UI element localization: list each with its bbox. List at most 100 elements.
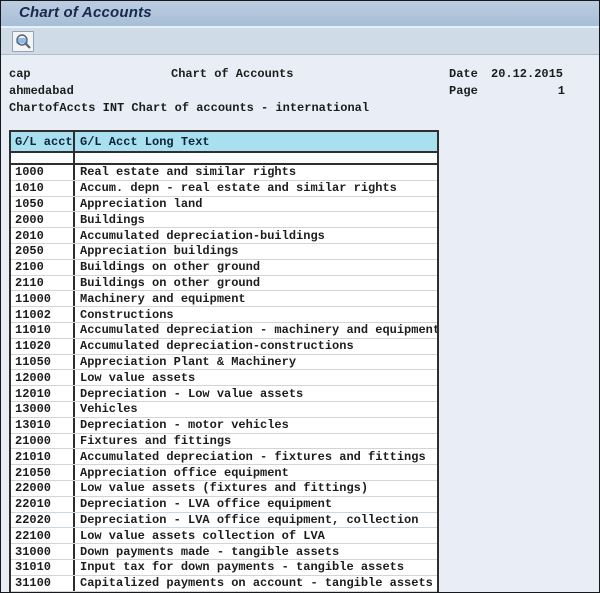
cell-text: Depreciation - Low value assets — [75, 386, 437, 401]
cell-acct: 1050 — [11, 197, 75, 212]
table-row[interactable]: 11050 Appreciation Plant & Machinery — [11, 355, 437, 371]
cell-acct: 21010 — [11, 449, 75, 464]
table-row[interactable]: 31000 Down payments made - tangible asse… — [11, 544, 437, 560]
table-row[interactable]: 22020 Depreciation - LVA office equipmen… — [11, 513, 437, 529]
cell-text: Accumulated depreciation-constructions — [75, 339, 437, 354]
cell-acct: 22010 — [11, 497, 75, 512]
cell-text: Appreciation land — [75, 197, 437, 212]
column-divider — [73, 153, 75, 163]
page-label: Page — [449, 84, 478, 98]
table-row[interactable]: 2010 Accumulated depreciation-buildings — [11, 228, 437, 244]
cell-acct: 1010 — [11, 181, 75, 196]
cell-text: Buildings on other ground — [75, 276, 437, 291]
table-row[interactable]: 12000 Low value assets — [11, 370, 437, 386]
cell-acct: 13010 — [11, 418, 75, 433]
table-body: 1000 Real estate and similar rights 1010… — [9, 163, 439, 592]
table-row[interactable]: 21000 Fixtures and fittings — [11, 434, 437, 450]
cell-text: Constructions — [75, 307, 437, 322]
cell-acct: 22000 — [11, 481, 75, 496]
cell-text: Depreciation - LVA office equipment — [75, 497, 437, 512]
report-location: ahmedabad — [9, 84, 74, 98]
cell-acct: 11002 — [11, 307, 75, 322]
table-row[interactable]: 22010 Depreciation - LVA office equipmen… — [11, 497, 437, 513]
cell-text: Low value assets collection of LVA — [75, 528, 437, 543]
cell-text: Vehicles — [75, 402, 437, 417]
cell-text: Fixtures and fittings — [75, 434, 437, 449]
cell-acct: 2000 — [11, 212, 75, 227]
table-row[interactable]: 11010 Accumulated depreciation - machine… — [11, 323, 437, 339]
titlebar: Chart of Accounts — [1, 1, 599, 28]
table-row[interactable]: 12010 Depreciation - Low value assets — [11, 386, 437, 402]
table-row[interactable]: 2110 Buildings on other ground — [11, 276, 437, 292]
table-header-gap — [9, 153, 439, 163]
cell-text: Down payments made - tangible assets — [75, 544, 437, 559]
cell-acct: 12010 — [11, 386, 75, 401]
table-row[interactable]: 11020 Accumulated depreciation-construct… — [11, 339, 437, 355]
cell-acct: 22020 — [11, 513, 75, 528]
cell-acct: 12000 — [11, 370, 75, 385]
table-row[interactable]: 1000 Real estate and similar rights — [11, 165, 437, 181]
cell-text: Machinery and equipment — [75, 291, 437, 306]
report-program: cap — [9, 67, 31, 81]
toolbar — [1, 28, 599, 55]
cell-text: Buildings — [75, 212, 437, 227]
cell-acct: 2010 — [11, 228, 75, 243]
report-title: Chart of Accounts — [171, 67, 293, 81]
cell-acct: 21050 — [11, 465, 75, 480]
page-value: 1 — [521, 84, 565, 98]
cell-text: Depreciation - motor vehicles — [75, 418, 437, 433]
column-header-longtext: G/L Acct Long Text — [75, 132, 437, 151]
cell-text: Accum. depn - real estate and similar ri… — [75, 181, 437, 196]
table-row[interactable]: 11002 Constructions — [11, 307, 437, 323]
cell-text: Accumulated depreciation - fixtures and … — [75, 449, 437, 464]
table-row[interactable]: 11000 Machinery and equipment — [11, 291, 437, 307]
cell-text: Low value assets (fixtures and fittings) — [75, 481, 437, 496]
date-label: Date — [449, 67, 478, 81]
cell-acct: 11000 — [11, 291, 75, 306]
cell-text: Real estate and similar rights — [75, 165, 437, 180]
accounts-table: G/L acct G/L Acct Long Text 1000 Real es… — [9, 130, 439, 592]
report-subtitle: ChartofAccts INT Chart of accounts - int… — [9, 101, 369, 115]
cell-acct: 2100 — [11, 260, 75, 275]
table-row[interactable]: 2050 Appreciation buildings — [11, 244, 437, 260]
cell-acct: 11050 — [11, 355, 75, 370]
column-header-acct: G/L acct — [11, 132, 75, 151]
cell-text: Accumulated depreciation-buildings — [75, 228, 437, 243]
page-title: Chart of Accounts — [19, 4, 152, 21]
find-magnifier-icon — [15, 33, 32, 50]
window: Chart of Accounts cap Chart of Accounts … — [0, 0, 600, 593]
cell-acct: 11010 — [11, 323, 75, 338]
cell-text: Appreciation Plant & Machinery — [75, 355, 437, 370]
table-row[interactable]: 31010 Input tax for down payments - tang… — [11, 560, 437, 576]
table-row[interactable]: 13010 Depreciation - motor vehicles — [11, 418, 437, 434]
table-row[interactable]: 31100 Capitalized payments on account - … — [11, 576, 437, 592]
cell-text: Accumulated depreciation - machinery and… — [75, 323, 437, 338]
table-row[interactable]: 13000 Vehicles — [11, 402, 437, 418]
table-row[interactable]: 1050 Appreciation land — [11, 197, 437, 213]
cell-text: Appreciation buildings — [75, 244, 437, 259]
cell-acct: 13000 — [11, 402, 75, 417]
cell-acct: 21000 — [11, 434, 75, 449]
cell-acct: 2110 — [11, 276, 75, 291]
cell-text: Appreciation office equipment — [75, 465, 437, 480]
cell-text: Buildings on other ground — [75, 260, 437, 275]
cell-acct: 31010 — [11, 560, 75, 575]
table-row[interactable]: 21050 Appreciation office equipment — [11, 465, 437, 481]
cell-acct: 31000 — [11, 544, 75, 559]
report-area: cap Chart of Accounts Date 20.12.2015 ah… — [1, 55, 599, 592]
date-value: 20.12.2015 — [491, 67, 563, 81]
find-button[interactable] — [12, 31, 34, 52]
table-row[interactable]: 22100 Low value assets collection of LVA — [11, 528, 437, 544]
table-row[interactable]: 2000 Buildings — [11, 212, 437, 228]
cell-text: Capitalized payments on account - tangib… — [75, 576, 437, 591]
cell-acct: 31100 — [11, 576, 75, 591]
table-row[interactable]: 2100 Buildings on other ground — [11, 260, 437, 276]
table-row[interactable]: 22000 Low value assets (fixtures and fit… — [11, 481, 437, 497]
cell-acct: 22100 — [11, 528, 75, 543]
table-row[interactable]: 21010 Accumulated depreciation - fixture… — [11, 449, 437, 465]
table-row[interactable]: 1010 Accum. depn - real estate and simil… — [11, 181, 437, 197]
cell-acct: 1000 — [11, 165, 75, 180]
cell-text: Input tax for down payments - tangible a… — [75, 560, 437, 575]
cell-acct: 2050 — [11, 244, 75, 259]
cell-text: Low value assets — [75, 370, 437, 385]
